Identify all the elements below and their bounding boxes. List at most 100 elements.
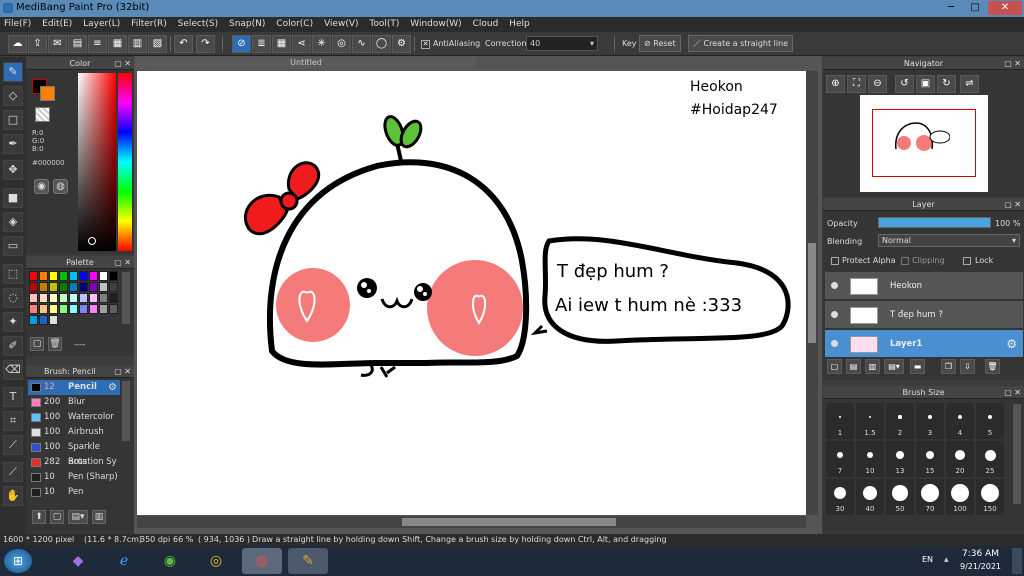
palette-swatch[interactable] bbox=[49, 293, 58, 303]
reset-button[interactable]: ⊘ Reset bbox=[639, 35, 681, 52]
select-tool-icon[interactable]: ⬚ bbox=[3, 264, 23, 284]
divide-tool-icon[interactable]: ⟋ bbox=[3, 462, 23, 482]
palette-swatch[interactable] bbox=[89, 293, 98, 303]
palette-swatch[interactable] bbox=[69, 282, 78, 292]
palette-swatch[interactable] bbox=[49, 304, 58, 314]
new-halftone-layer-icon[interactable]: ▤ bbox=[846, 359, 861, 374]
panel-options-icon[interactable]: ▢ ✕ bbox=[114, 256, 131, 269]
folder-icon[interactable]: ▬ bbox=[910, 359, 925, 374]
tray-icon[interactable]: ▴ bbox=[944, 555, 949, 565]
settings-icon[interactable]: ⚙ bbox=[392, 35, 411, 53]
palette-swatch[interactable] bbox=[59, 271, 68, 281]
palette-swatch[interactable] bbox=[79, 304, 88, 314]
brush-size-cell[interactable]: 25 bbox=[976, 441, 1004, 477]
layer-menu-icon[interactable]: ▤▾ bbox=[884, 359, 904, 374]
brush-item[interactable]: 100 Sparkle Brus bbox=[28, 440, 120, 467]
menu-view[interactable]: View(V) bbox=[320, 17, 363, 32]
blending-dropdown[interactable]: Normal ▾ bbox=[878, 234, 1020, 247]
ring-snap-icon[interactable]: ◯ bbox=[372, 35, 391, 53]
straight-line-button[interactable]: ／ Create a straight line bbox=[688, 35, 794, 52]
new-layer-icon[interactable]: ▢ bbox=[827, 359, 842, 374]
zoom-in-icon[interactable]: ⊕ bbox=[826, 75, 845, 93]
palette-swatch[interactable] bbox=[39, 315, 48, 325]
clock-time[interactable]: 7:36 AM bbox=[962, 549, 999, 559]
palette-swatch[interactable] bbox=[69, 271, 78, 281]
panel-options-icon[interactable]: ▢ ✕ bbox=[1004, 386, 1021, 399]
add-brush-icon[interactable]: ⬆ bbox=[32, 510, 46, 524]
menu-edit[interactable]: Edit(E) bbox=[38, 17, 76, 32]
lock-checkbox[interactable] bbox=[963, 257, 971, 265]
palette-scrollbar[interactable] bbox=[122, 272, 130, 324]
show-desktop-button[interactable] bbox=[1012, 548, 1022, 574]
brush-size-cell[interactable]: 2 bbox=[886, 403, 914, 439]
menu-window[interactable]: Window(W) bbox=[406, 17, 465, 32]
merge-layer-icon[interactable]: ⇩ bbox=[960, 359, 975, 374]
app-icon[interactable]: ◉ bbox=[150, 548, 190, 574]
saturation-value-picker[interactable] bbox=[78, 73, 116, 251]
palette-swatch[interactable] bbox=[39, 293, 48, 303]
brush-item[interactable]: 282 Rotation Sy bbox=[28, 455, 120, 470]
brush-scrollbar[interactable] bbox=[122, 381, 130, 441]
palette-swatch[interactable] bbox=[89, 271, 98, 281]
brush-size-cell[interactable]: 4 bbox=[946, 403, 974, 439]
palette-swatch[interactable] bbox=[29, 282, 38, 292]
brush-item[interactable]: 10 Pen (Sharp) bbox=[28, 470, 120, 485]
snap-off-icon[interactable]: ⊘ bbox=[232, 35, 251, 53]
menu-filter[interactable]: Filter(R) bbox=[127, 17, 171, 32]
operation-tool-icon[interactable]: ⌗ bbox=[3, 411, 23, 431]
pen-tool-icon[interactable]: ✒ bbox=[3, 134, 23, 154]
layer-row[interactable]: T đẹp hum ? bbox=[825, 301, 1023, 329]
brush-item[interactable]: 12 Pencil ⚙ bbox=[28, 380, 120, 395]
brush-item[interactable]: 100 Watercolor bbox=[28, 410, 120, 425]
brush-size-cell[interactable]: 1 bbox=[826, 403, 854, 439]
panel-options-icon[interactable]: ▢ ✕ bbox=[114, 365, 131, 378]
clipping-checkbox[interactable] bbox=[901, 257, 909, 265]
trash-icon[interactable]: 🗑 bbox=[985, 359, 1000, 374]
menu-help[interactable]: Help bbox=[505, 17, 534, 32]
vanishing-snap-icon[interactable]: ⋖ bbox=[292, 35, 311, 53]
palette-swatch[interactable] bbox=[59, 293, 68, 303]
horizontal-scrollbar[interactable] bbox=[137, 516, 806, 528]
menu-snap[interactable]: Snap(N) bbox=[225, 17, 269, 32]
eyedropper-icon[interactable]: ⟋ bbox=[3, 435, 23, 455]
duplicate-layer-icon[interactable]: ❐ bbox=[941, 359, 956, 374]
palette-swatch[interactable] bbox=[69, 293, 78, 303]
eraser-tool-icon[interactable]: ◇ bbox=[3, 86, 23, 106]
document-tab[interactable]: Untitled bbox=[136, 57, 476, 69]
panel-icon[interactable]: ▥ bbox=[128, 35, 147, 53]
palette-swatch[interactable] bbox=[49, 271, 58, 281]
palette-swatch[interactable] bbox=[59, 282, 68, 292]
layer-row-selected[interactable]: Layer1 ⚙ bbox=[825, 330, 1023, 358]
visibility-icon[interactable] bbox=[831, 340, 838, 347]
new-brush-icon[interactable]: ▢ bbox=[50, 510, 64, 524]
new-palette-icon[interactable]: ▢ bbox=[30, 337, 44, 351]
cloud-icon[interactable]: ☁ bbox=[8, 35, 27, 53]
brush-size-cell[interactable]: 10 bbox=[856, 441, 884, 477]
rotate-right-icon[interactable]: ↻ bbox=[937, 75, 956, 93]
menu-file[interactable]: File(F) bbox=[0, 17, 35, 32]
visual-studio-icon[interactable]: ◆ bbox=[58, 548, 98, 574]
picker-cursor[interactable] bbox=[88, 237, 96, 245]
visibility-icon[interactable] bbox=[831, 311, 838, 318]
palette-swatch[interactable] bbox=[79, 271, 88, 281]
palette-swatch[interactable] bbox=[89, 282, 98, 292]
palette-swatch[interactable] bbox=[29, 271, 38, 281]
hue-slider[interactable] bbox=[118, 73, 132, 251]
brush-size-cell[interactable]: 7 bbox=[826, 441, 854, 477]
maximize-button[interactable]: □ bbox=[964, 1, 986, 15]
brush-size-cell[interactable]: 3 bbox=[916, 403, 944, 439]
magic-wand-icon[interactable]: ✦ bbox=[3, 312, 23, 332]
share-icon[interactable]: ⇪ bbox=[28, 35, 47, 53]
opacity-slider[interactable] bbox=[878, 217, 991, 228]
transparent-swatch[interactable] bbox=[35, 107, 50, 122]
language-indicator[interactable]: EN bbox=[922, 555, 933, 564]
gear-icon[interactable]: ⚙ bbox=[1006, 337, 1017, 351]
paint-icon[interactable]: ✎ bbox=[288, 548, 328, 574]
rotate-left-icon[interactable]: ↺ bbox=[895, 75, 914, 93]
palette-swatch[interactable] bbox=[29, 293, 38, 303]
palette-swatch[interactable] bbox=[49, 282, 58, 292]
palette-swatch[interactable] bbox=[99, 282, 108, 292]
select-eraser-icon[interactable]: ⌫ bbox=[3, 360, 23, 380]
minimize-button[interactable]: ─ bbox=[940, 1, 962, 15]
brush-settings-icon[interactable]: ▥ bbox=[92, 510, 106, 524]
